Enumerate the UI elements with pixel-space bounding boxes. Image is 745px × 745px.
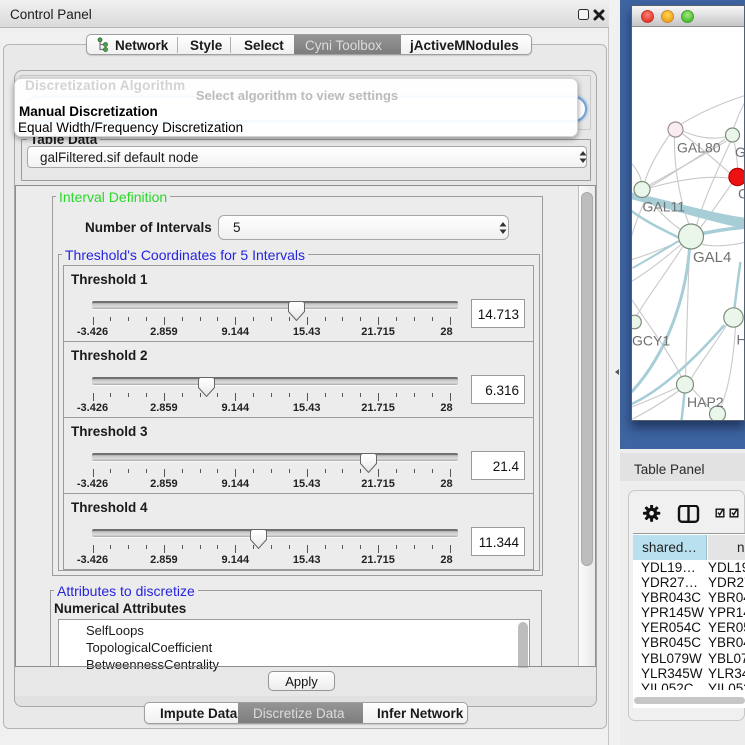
svg-text:CD: CD: [738, 186, 744, 202]
svg-text:GAL11: GAL11: [643, 199, 686, 215]
svg-text:GAL80: GAL80: [677, 140, 721, 156]
svg-text:GAL4: GAL4: [693, 249, 731, 266]
svg-text:HAP2: HAP2: [687, 394, 724, 410]
svg-text:GA: GA: [735, 144, 744, 160]
svg-text:HA: HA: [737, 332, 745, 348]
svg-text:GCY1: GCY1: [632, 333, 670, 349]
